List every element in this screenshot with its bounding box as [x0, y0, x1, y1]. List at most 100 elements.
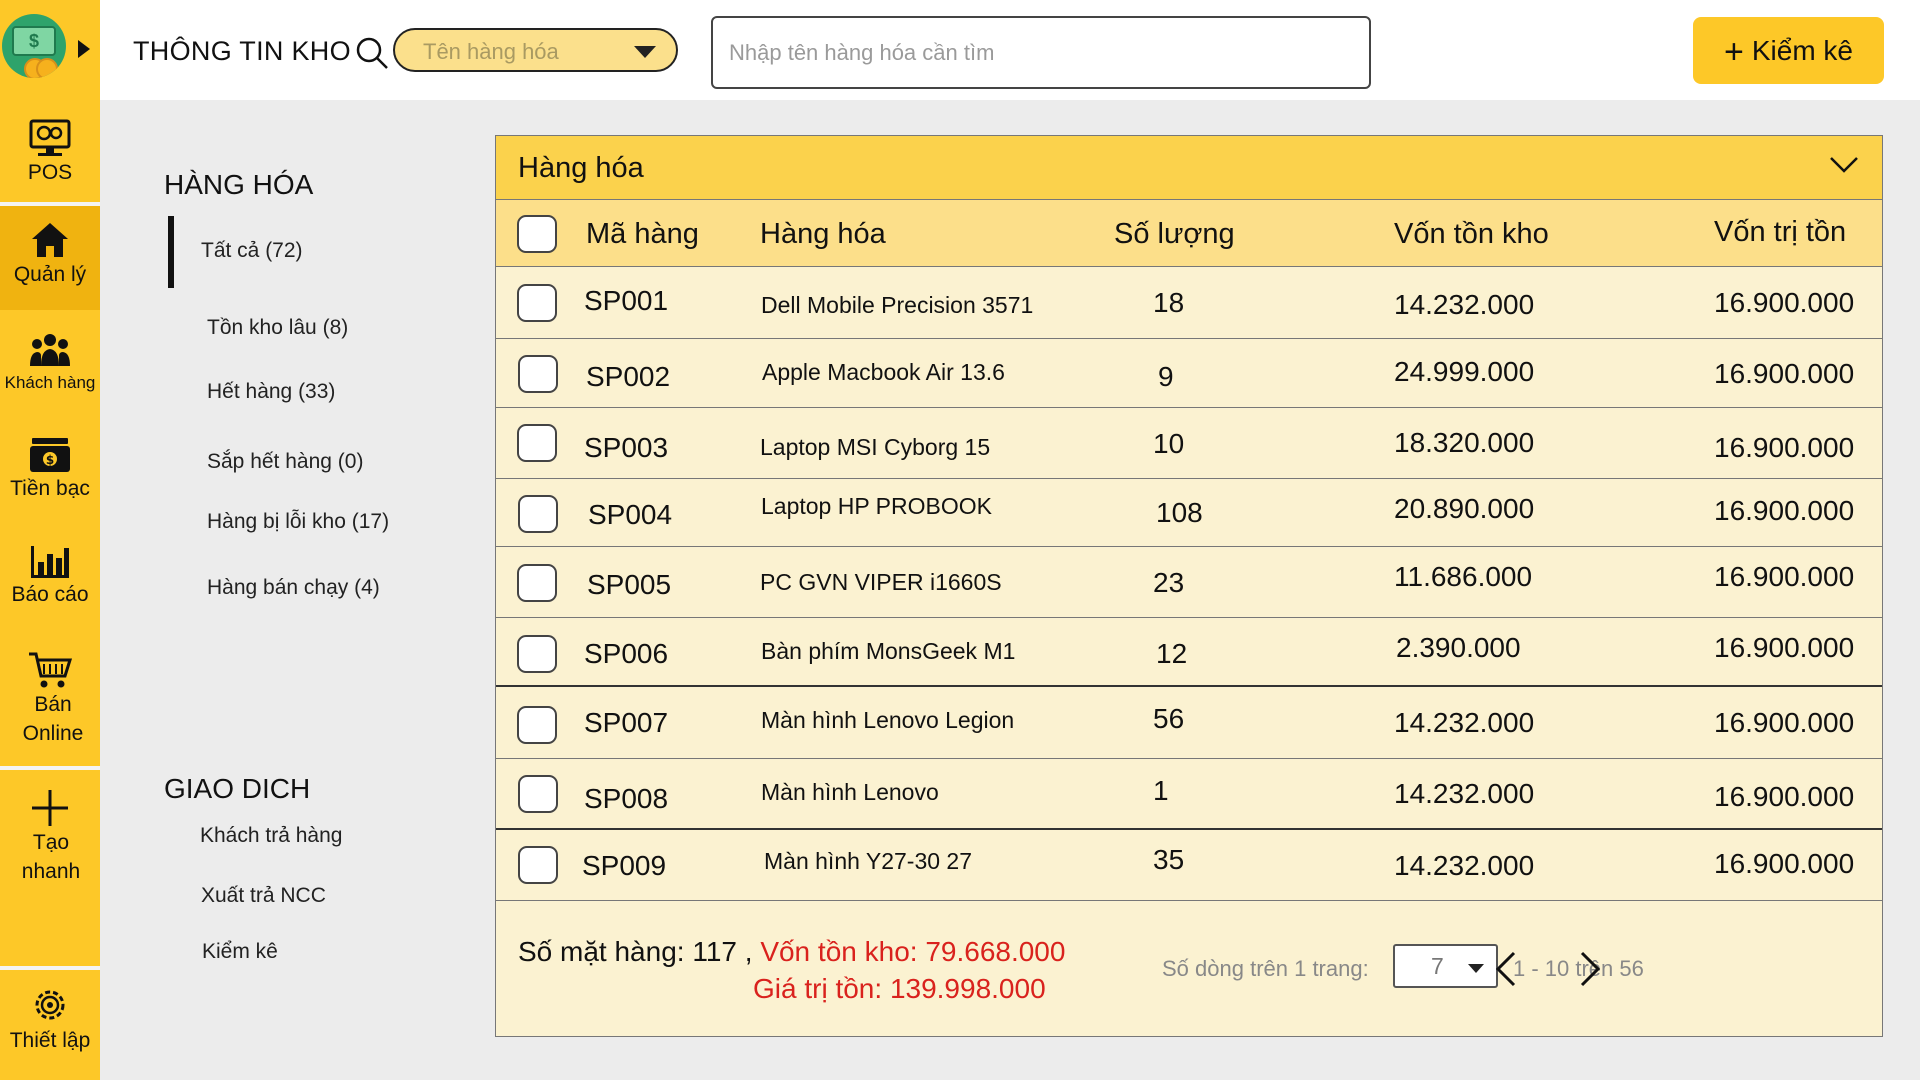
- chevron-down-icon: [1468, 964, 1484, 973]
- cell-name: Màn hình Y27-30 27: [764, 848, 973, 874]
- category-dropdown[interactable]: Tên hàng hóa: [393, 28, 678, 72]
- rows-per-page-label: Số dòng trên 1 trang:: [1162, 956, 1369, 981]
- row-checkbox[interactable]: [517, 284, 557, 322]
- cell-name: Apple Macbook Air 13.6: [762, 359, 1005, 385]
- cell-qty: 1: [1153, 775, 1169, 806]
- cell-stock-cost: 18.320.000: [1394, 427, 1535, 458]
- table-row[interactable]: SP005 PC GVN VIPER i1660S 23 11.686.000 …: [496, 547, 1882, 618]
- cell-name: Bàn phím MonsGeek M1: [761, 638, 1016, 664]
- plus-icon: [32, 790, 68, 826]
- row-checkbox[interactable]: [517, 424, 557, 462]
- sidebar-item-label: Tiền bạc: [10, 477, 90, 500]
- sidebar-item-bao-cao[interactable]: Báo cáo: [0, 518, 100, 622]
- cell-code: SP005: [587, 569, 672, 600]
- column-header-code[interactable]: Mã hàng: [586, 218, 699, 251]
- cell-value: 16.900.000: [1714, 781, 1855, 812]
- cell-value: 16.900.000: [1714, 632, 1855, 663]
- row-checkbox[interactable]: [518, 846, 558, 884]
- category-item-defective[interactable]: Hàng bị lỗi kho (17): [207, 510, 389, 534]
- cell-qty: 9: [1158, 361, 1174, 392]
- table-row[interactable]: SP001 Dell Mobile Precision 3571 18 14.2…: [496, 267, 1882, 339]
- cell-qty: 56: [1153, 703, 1185, 734]
- sidebar-item-thiet-lap[interactable]: Thiết lập: [0, 970, 100, 1080]
- sidebar-item-tao-nhanh[interactable]: Tạo nhanh: [0, 770, 100, 966]
- cell-stock-cost: 20.890.000: [1394, 493, 1535, 524]
- chevron-down-icon[interactable]: [1828, 154, 1860, 176]
- table-row[interactable]: SP002 Apple Macbook Air 13.6 9 24.999.00…: [496, 339, 1882, 408]
- select-all-checkbox[interactable]: [517, 215, 557, 253]
- sidebar-item-pos[interactable]: POS: [0, 104, 100, 202]
- transaction-item-supplier-return[interactable]: Xuất trả NCC: [201, 884, 326, 908]
- transaction-item-customer-return[interactable]: Khách trả hàng: [200, 824, 342, 848]
- app-logo[interactable]: $: [0, 0, 100, 98]
- table-row[interactable]: SP003 Laptop MSI Cyborg 15 10 18.320.000…: [496, 408, 1882, 479]
- cell-name: Màn hình Lenovo Legion: [761, 707, 1015, 733]
- search-icon[interactable]: [355, 36, 389, 70]
- table-row[interactable]: SP006 Bàn phím MonsGeek M1 12 2.390.000 …: [496, 618, 1882, 687]
- sidebar-item-quan-ly[interactable]: Quản lý: [0, 206, 100, 310]
- page-title: THÔNG TIN KHO: [133, 36, 351, 66]
- cell-code: SP004: [588, 499, 673, 530]
- row-checkbox[interactable]: [518, 355, 558, 393]
- cell-value: 16.900.000: [1714, 495, 1855, 526]
- cell-stock-cost: 14.232.000: [1394, 707, 1535, 738]
- panel-title: Hàng hóa: [518, 152, 644, 184]
- panel-header[interactable]: Hàng hóa: [496, 136, 1882, 200]
- column-header-stock-cost[interactable]: Vốn tồn kho: [1394, 218, 1549, 251]
- search-input[interactable]: [711, 16, 1371, 89]
- rows-per-page-value: 7: [1431, 953, 1444, 979]
- cell-code: SP002: [586, 361, 671, 392]
- table-row[interactable]: SP009 Màn hình Y27-30 27 35 14.232.000 1…: [496, 830, 1882, 901]
- table-header: Mã hàng Hàng hóa Số lượng Vốn tồn kho Vố…: [496, 200, 1882, 267]
- cell-value: 16.900.000: [1714, 358, 1855, 389]
- cell-qty: 12: [1156, 638, 1188, 669]
- category-item-best-selling[interactable]: Hàng bán chạy (4): [207, 576, 380, 600]
- category-item-out-of-stock[interactable]: Hết hàng (33): [207, 380, 335, 404]
- row-checkbox[interactable]: [517, 564, 557, 602]
- table-row[interactable]: SP008 Màn hình Lenovo 1 14.232.000 16.90…: [496, 759, 1882, 830]
- sidebar-item-tien-bac[interactable]: $ Tiền bạc: [0, 414, 100, 518]
- rows-per-page-select[interactable]: 7: [1393, 944, 1498, 988]
- cell-stock-cost: 11.686.000: [1394, 561, 1533, 592]
- transaction-item-stock-check[interactable]: Kiểm kê: [202, 940, 278, 964]
- item-count: Số mặt hàng: 117 ,: [518, 936, 753, 967]
- cell-name: Màn hình Lenovo: [761, 779, 939, 805]
- sidebar-item-khach-hang[interactable]: Khách hàng: [0, 310, 100, 414]
- sidebar-item-label: Báo cáo: [11, 583, 89, 606]
- cell-name: PC GVN VIPER i1660S: [760, 569, 1002, 595]
- cell-code: SP008: [584, 783, 669, 814]
- kiem-ke-button[interactable]: + Kiểm kê: [1693, 17, 1884, 84]
- table-row[interactable]: SP007 Màn hình Lenovo Legion 56 14.232.0…: [496, 687, 1882, 759]
- cell-name: Dell Mobile Precision 3571: [761, 292, 1034, 318]
- goods-section-title: HÀNG HÓA: [164, 169, 314, 200]
- sidebar-item-ban-online[interactable]: Bán Online: [0, 622, 100, 766]
- sidebar-item-label: Bán Online: [22, 693, 84, 745]
- settings-gear-icon: [35, 990, 65, 1020]
- plus-icon: +: [1723, 33, 1744, 71]
- row-checkbox[interactable]: [517, 635, 557, 673]
- cell-code: SP001: [584, 285, 669, 316]
- column-header-name[interactable]: Hàng hóa: [760, 218, 886, 251]
- category-placeholder: Tên hàng hóa: [423, 39, 559, 64]
- bar-chart-icon: [31, 546, 69, 578]
- goods-table-panel: Hàng hóa Mã hàng Hàng hóa Số lượng Vốn t…: [495, 135, 1883, 1037]
- svg-text:$: $: [46, 453, 54, 467]
- cell-qty: 35: [1153, 844, 1185, 875]
- table-row[interactable]: SP004 Laptop HP PROBOOK 108 20.890.000 1…: [496, 479, 1882, 547]
- customers-group-icon: [30, 334, 70, 366]
- category-item-low-stock[interactable]: Sắp hết hàng (0): [207, 450, 363, 474]
- column-header-value[interactable]: Vốn trị tồn: [1714, 216, 1846, 249]
- active-indicator: [168, 216, 174, 288]
- next-page-button[interactable]: [1568, 949, 1608, 989]
- expand-arrow-icon[interactable]: [78, 40, 90, 58]
- category-item-long-stock[interactable]: Tồn kho lâu (8): [207, 316, 348, 340]
- category-item-all[interactable]: Tất cả (72): [201, 239, 303, 263]
- previous-page-button[interactable]: [1488, 949, 1528, 989]
- row-checkbox[interactable]: [517, 706, 557, 744]
- pos-terminal-icon: [29, 119, 71, 156]
- column-header-qty[interactable]: Số lượng: [1114, 218, 1235, 251]
- chevron-down-icon: [634, 46, 656, 58]
- row-checkbox[interactable]: [518, 775, 558, 813]
- row-checkbox[interactable]: [518, 495, 558, 533]
- cell-code: SP003: [584, 432, 669, 463]
